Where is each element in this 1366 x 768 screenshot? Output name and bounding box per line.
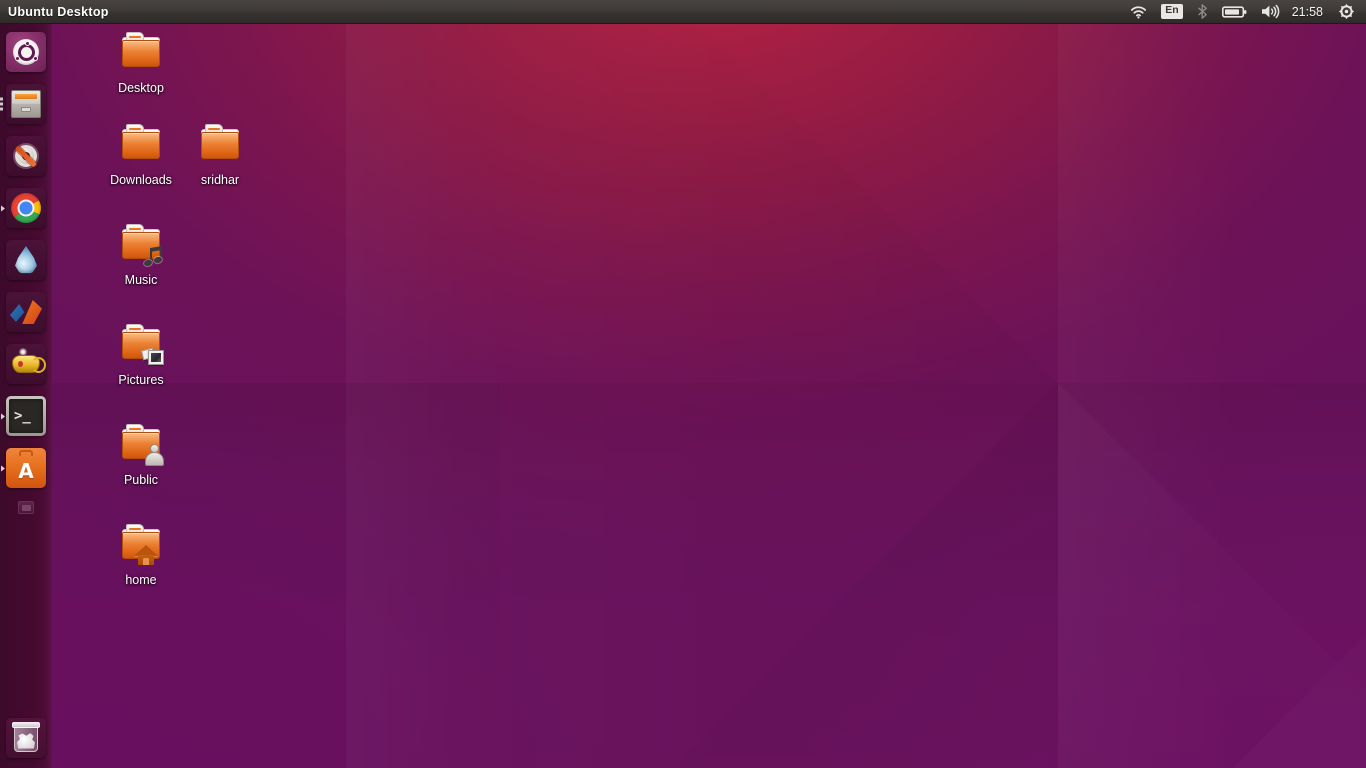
desktop-icon-grid: Desktop Downloads sridhar Music Pictures… bbox=[52, 24, 1366, 768]
home-folder-icon bbox=[117, 520, 165, 568]
file-cabinet-icon bbox=[6, 84, 46, 124]
running-indicator bbox=[1, 413, 5, 420]
wifi-icon[interactable] bbox=[1123, 0, 1154, 24]
desktop-icon-sridhar[interactable]: sridhar bbox=[174, 120, 266, 187]
launcher-item-trash[interactable] bbox=[0, 714, 52, 762]
genie-lamp-icon bbox=[6, 344, 46, 384]
launcher-items: >_ A bbox=[0, 24, 52, 518]
launcher-item-workspace-switcher[interactable] bbox=[0, 496, 52, 518]
pictures-folder-icon bbox=[117, 320, 165, 368]
folder-icon bbox=[117, 120, 165, 168]
folder-icon bbox=[117, 28, 165, 76]
software-briefcase-icon: A bbox=[6, 448, 46, 488]
window-count-indicator bbox=[0, 97, 3, 111]
launcher-item-files[interactable] bbox=[0, 80, 52, 128]
launcher-item-water-drop-app[interactable] bbox=[0, 236, 52, 284]
water-drop-icon bbox=[6, 240, 46, 280]
bluetooth-icon[interactable] bbox=[1190, 0, 1215, 24]
keyboard-layout-indicator[interactable]: En bbox=[1154, 0, 1189, 24]
unity-launcher: >_ A bbox=[0, 24, 52, 768]
launcher-item-genymotion[interactable] bbox=[0, 340, 52, 388]
launcher-trash-area bbox=[0, 714, 52, 768]
desktop-icon-public[interactable]: Public bbox=[95, 420, 187, 487]
gear-wrench-icon bbox=[6, 136, 46, 176]
music-folder-icon bbox=[117, 220, 165, 268]
music-note-icon bbox=[143, 245, 164, 268]
launcher-item-dash-home[interactable] bbox=[0, 28, 52, 76]
volume-icon[interactable] bbox=[1254, 0, 1288, 24]
panel-indicator-area: En 21:58 bbox=[1123, 0, 1366, 24]
launcher-item-terminal[interactable]: >_ bbox=[0, 392, 52, 440]
gear-icon[interactable] bbox=[1331, 0, 1362, 24]
desktop-icon-music[interactable]: Music bbox=[95, 220, 187, 287]
launcher-item-matlab[interactable] bbox=[0, 288, 52, 336]
terminal-prompt: >_ bbox=[9, 399, 43, 433]
panel-title[interactable]: Ubuntu Desktop bbox=[0, 5, 109, 19]
desktop-icon-label: sridhar bbox=[200, 173, 240, 187]
launcher-item-google-chrome[interactable] bbox=[0, 184, 52, 232]
chrome-icon bbox=[6, 188, 46, 228]
matlab-icon bbox=[6, 292, 46, 332]
workspace-switcher-icon bbox=[18, 500, 34, 514]
desktop-icon-label: Music bbox=[124, 273, 158, 287]
house-icon bbox=[134, 545, 158, 565]
desktop-icon-label: Desktop bbox=[118, 81, 164, 95]
battery-icon[interactable] bbox=[1215, 0, 1254, 24]
desktop-icon-label: Public bbox=[123, 473, 159, 487]
clock[interactable]: 21:58 bbox=[1288, 0, 1331, 24]
desktop-icon-label: home bbox=[125, 573, 157, 587]
launcher-item-ubuntu-software[interactable]: A bbox=[0, 444, 52, 492]
folder-icon bbox=[196, 120, 244, 168]
public-folder-icon bbox=[117, 420, 165, 468]
desktop-icon-desktop[interactable]: Desktop bbox=[95, 28, 187, 95]
person-icon bbox=[145, 444, 164, 466]
ubuntu-logo-icon bbox=[6, 32, 46, 72]
launcher-item-system-settings[interactable] bbox=[0, 132, 52, 180]
trash-icon bbox=[6, 718, 46, 758]
running-indicator bbox=[1, 205, 5, 212]
top-panel: Ubuntu Desktop En 21:58 bbox=[0, 0, 1366, 24]
desktop-icon-pictures[interactable]: Pictures bbox=[95, 320, 187, 387]
software-letter: A bbox=[18, 459, 34, 483]
photos-icon bbox=[140, 347, 164, 366]
terminal-icon: >_ bbox=[6, 396, 46, 436]
desktop-icon-label: Pictures bbox=[118, 373, 164, 387]
running-indicator bbox=[1, 465, 5, 472]
desktop-icon-label: Downloads bbox=[110, 173, 172, 187]
desktop-icon-home[interactable]: home bbox=[95, 520, 187, 587]
